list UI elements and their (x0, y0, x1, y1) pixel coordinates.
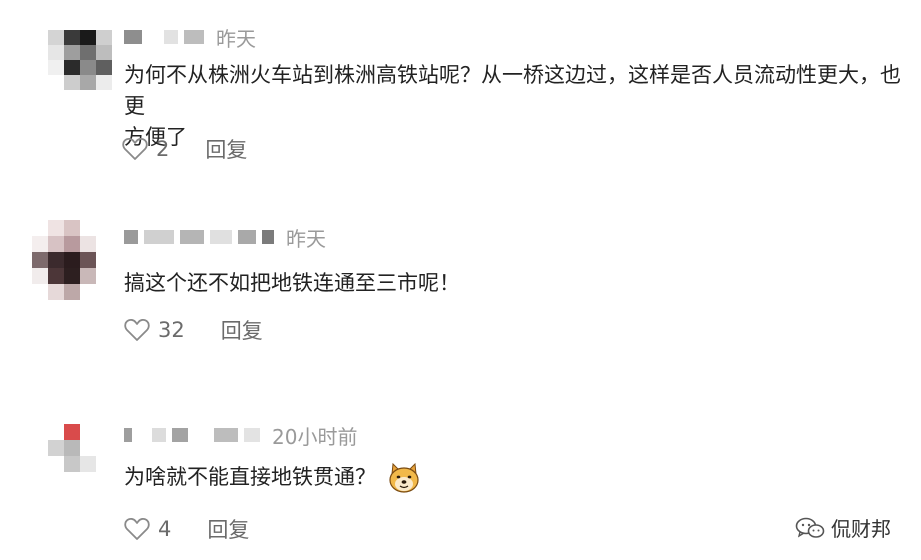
comment-actions: 4 回复 (124, 514, 249, 544)
reply-button[interactable]: 回复 (205, 134, 247, 164)
username-redacted[interactable] (124, 30, 142, 44)
comment-actions: 32 回复 (124, 315, 263, 345)
comment-text: 为啥就不能直接地铁贯通？ (124, 462, 904, 494)
wechat-official-account-icon (795, 517, 825, 538)
username-redacted[interactable] (124, 428, 132, 442)
comment-meta: 昨天 (124, 24, 256, 51)
doge-emoji-icon (389, 462, 419, 493)
comment-actions: 2 回复 (122, 134, 247, 164)
comment-time: 20小时前 (272, 424, 358, 449)
avatar[interactable] (32, 220, 96, 300)
reply-button[interactable]: 回复 (207, 514, 249, 544)
watermark-label: 侃财邦 (831, 517, 891, 541)
heart-outline-icon (124, 318, 150, 341)
like-count: 32 (158, 318, 185, 342)
like-button[interactable]: 4 (124, 517, 171, 541)
reply-button[interactable]: 回复 (221, 315, 263, 345)
avatar[interactable] (48, 30, 112, 90)
like-count: 4 (158, 517, 172, 541)
heart-outline-icon (122, 137, 148, 160)
username-redacted[interactable] (124, 230, 138, 244)
comment-text: 搞这个还不如把地铁连通至三市呢！ (124, 271, 460, 295)
avatar[interactable] (48, 424, 96, 472)
comment-time: 昨天 (286, 226, 326, 251)
like-button[interactable]: 2 (122, 137, 169, 161)
comment-meta: 20小时前 (124, 422, 358, 449)
comment-meta: 昨天 (124, 224, 326, 251)
like-count: 2 (156, 137, 170, 161)
watermark: 侃财邦 (795, 513, 891, 542)
like-button[interactable]: 32 (124, 318, 185, 342)
comment-time: 昨天 (216, 26, 256, 51)
heart-outline-icon (124, 517, 150, 540)
